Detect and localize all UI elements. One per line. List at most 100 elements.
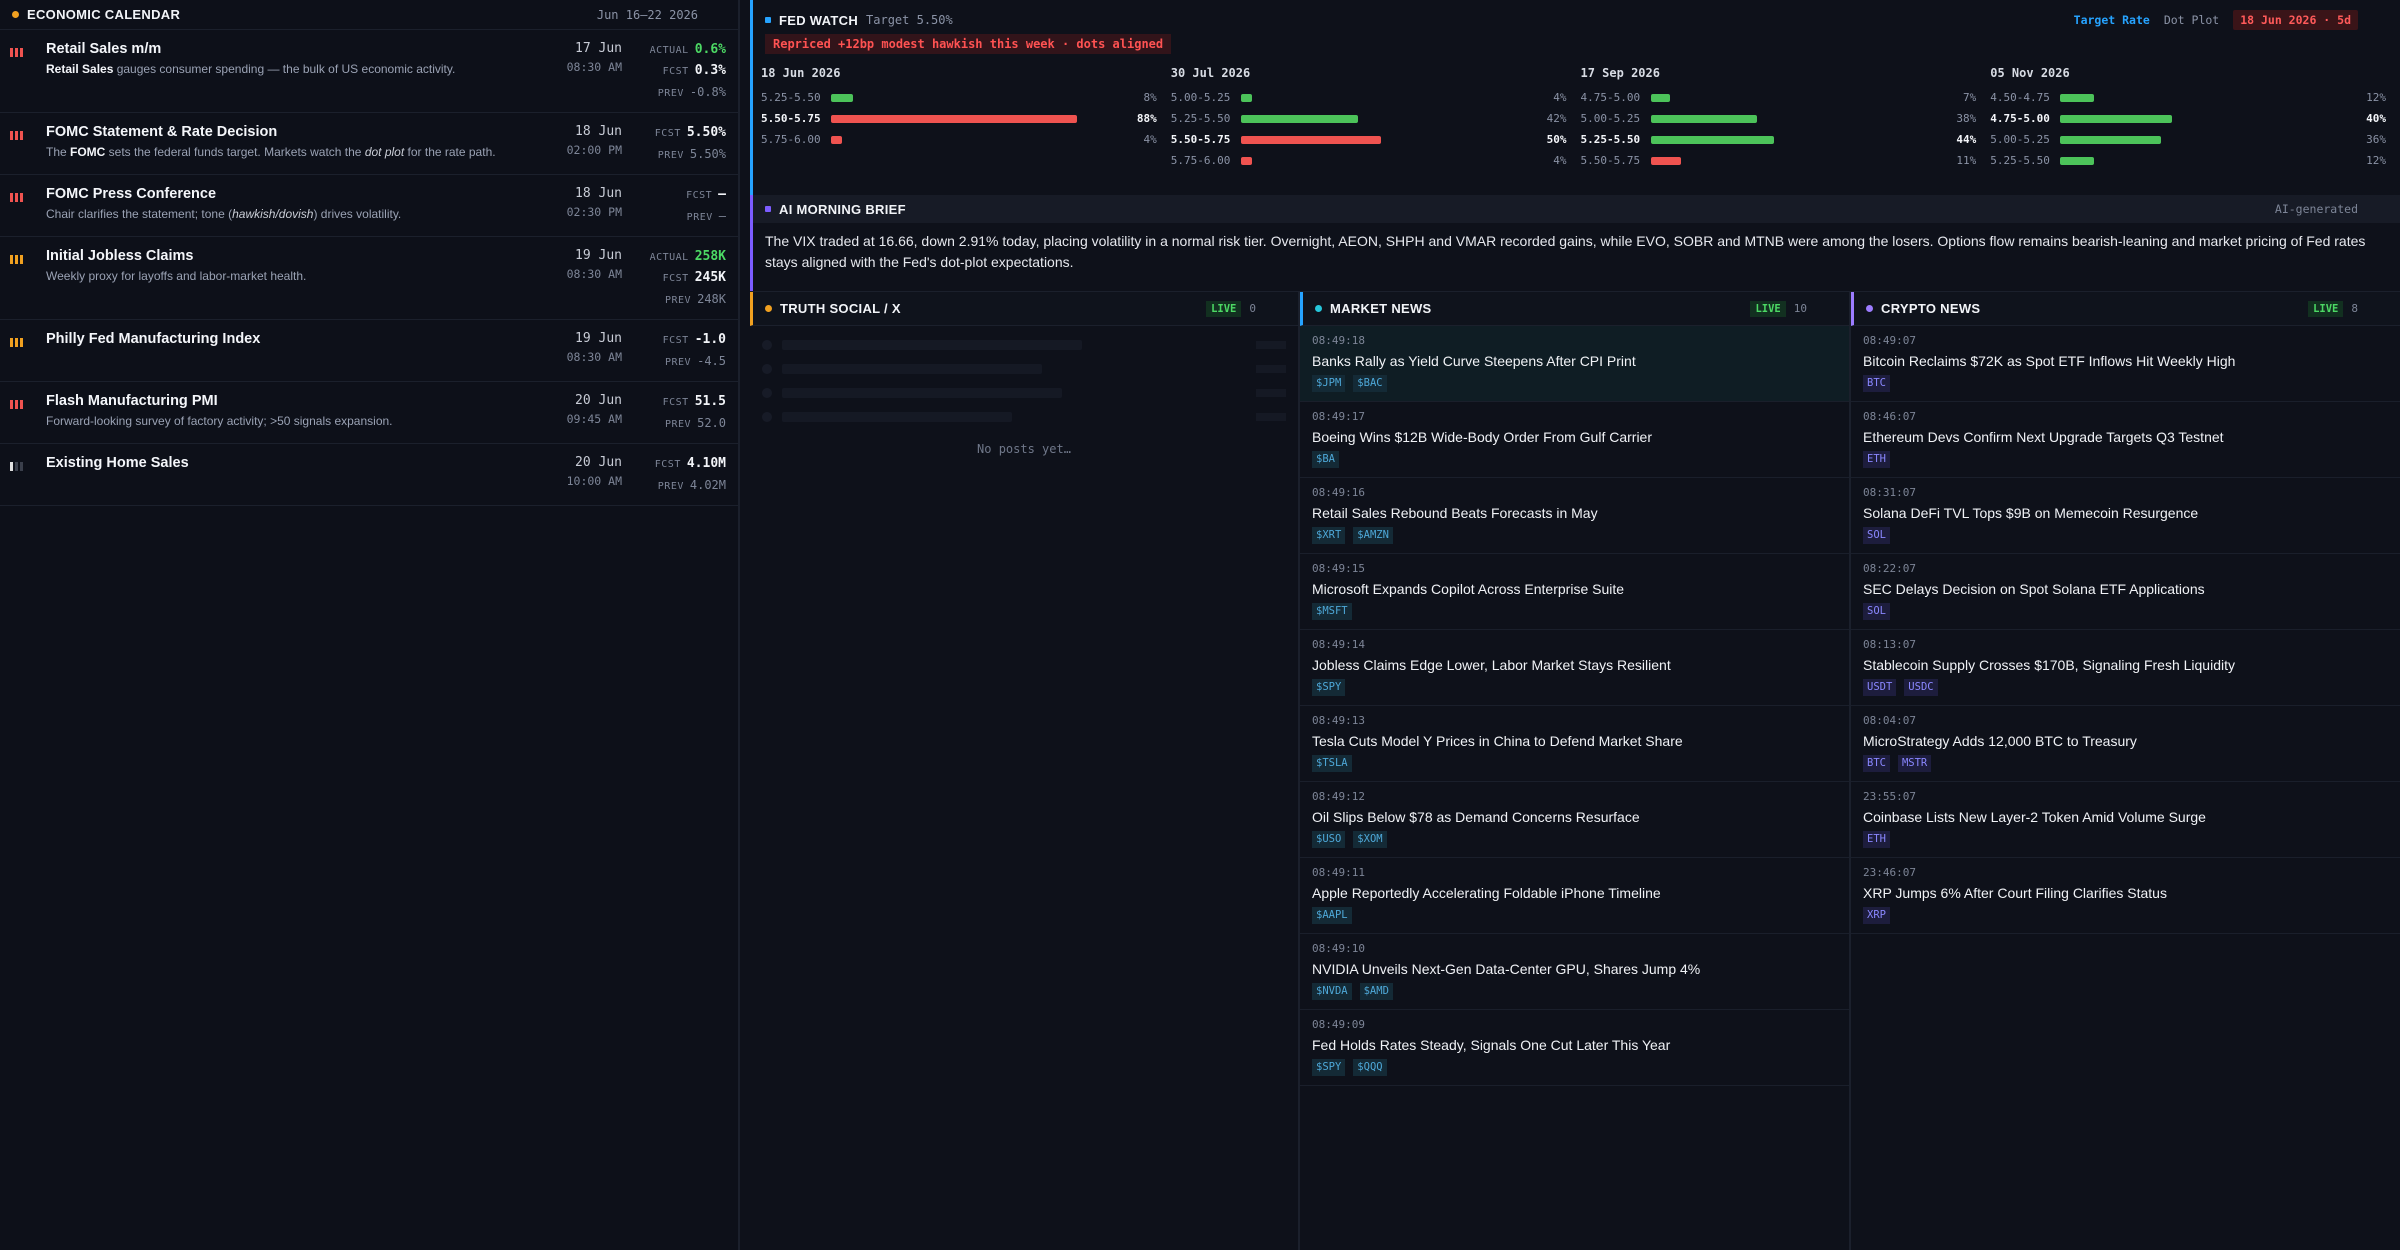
ticker-tag[interactable]: $NVDA (1312, 983, 1352, 1000)
ticker-tag[interactable]: $BAC (1353, 375, 1387, 392)
probability-percent: 4% (1553, 154, 1567, 167)
news-headline[interactable]: Stablecoin Supply Crosses $170B, Signali… (1863, 657, 2388, 673)
fed-dot-icon (765, 17, 771, 23)
news-headline[interactable]: Oil Slips Below $78 as Demand Concerns R… (1312, 809, 1837, 825)
news-headline[interactable]: MicroStrategy Adds 12,000 BTC to Treasur… (1863, 733, 2388, 749)
probability-row: 5.50-5.75 11% (1581, 150, 1977, 171)
news-item[interactable]: 08:49:11 Apple Reportedly Accelerating Fo… (1300, 858, 1849, 934)
post-count: 0 (1249, 302, 1256, 315)
ticker-tag[interactable]: SOL (1863, 527, 1890, 544)
news-item[interactable]: 08:49:17 Boeing Wins $12B Wide-Body Order… (1300, 402, 1849, 478)
news-item[interactable]: 08:04:07 MicroStrategy Adds 12,000 BTC to… (1851, 706, 2400, 782)
news-item[interactable]: 08:13:07 Stablecoin Supply Crosses $170B,… (1851, 630, 2400, 706)
news-headline[interactable]: Apple Reportedly Accelerating Foldable i… (1312, 885, 1837, 901)
news-headline[interactable]: Retail Sales Rebound Beats Forecasts in … (1312, 505, 1837, 521)
ticker-tag[interactable]: BTC (1863, 375, 1890, 392)
event-description-part: sets the federal funds target. Markets w… (105, 145, 365, 159)
market-news-list: 08:49:18 Banks Rally as Yield Curve Steep… (1300, 326, 1849, 1086)
rate-range: 5.50-5.75 (1170, 133, 1231, 146)
news-headline[interactable]: XRP Jumps 6% After Court Filing Clarifie… (1863, 885, 2388, 901)
event-date: 20 Jun (575, 393, 622, 408)
ticker-tag[interactable]: $JPM (1312, 375, 1346, 392)
ticker-tag[interactable]: $SPY (1312, 1059, 1346, 1076)
calendar-event[interactable]: Initial Jobless Claims Weekly proxy for l… (0, 237, 738, 320)
news-headline[interactable]: Solana DeFi TVL Tops $9B on Memecoin Res… (1863, 505, 2388, 521)
calendar-event[interactable]: Philly Fed Manufacturing Index 19 Jun 08:3… (0, 320, 738, 382)
ticker-tag[interactable]: $XOM (1353, 831, 1387, 848)
truth-social-title: TRUTH SOCIAL / X (780, 301, 901, 316)
ticker-tag[interactable]: USDT (1863, 679, 1897, 696)
calendar-event[interactable]: FOMC Press Conference Chair clarifies the… (0, 175, 738, 237)
probability-bar (1240, 135, 1527, 144)
ticker-tag[interactable]: $QQQ (1353, 1059, 1387, 1076)
news-headline[interactable]: Fed Holds Rates Steady, Signals One Cut … (1312, 1037, 1837, 1053)
value-label: FCST (662, 66, 689, 77)
news-headline[interactable]: Microsoft Expands Copilot Across Enterpr… (1312, 581, 1837, 597)
news-headline[interactable]: SEC Delays Decision on Spot Solana ETF A… (1863, 581, 2388, 597)
ticker-tag[interactable]: $SPY (1312, 679, 1346, 696)
tab-target-rate[interactable]: Target Rate (2074, 13, 2150, 27)
news-headline[interactable]: Bitcoin Reclaims $72K as Spot ETF Inflow… (1863, 353, 2388, 369)
news-headline[interactable]: NVIDIA Unveils Next-Gen Data-Center GPU,… (1312, 961, 1837, 977)
news-item[interactable]: 23:55:07 Coinbase Lists New Layer-2 Token… (1851, 782, 2400, 858)
news-headline[interactable]: Banks Rally as Yield Curve Steepens Afte… (1312, 353, 1837, 369)
rate-range: 4.50-4.75 (1990, 91, 2050, 104)
probability-percent: 11% (1956, 154, 1977, 167)
ticker-tag[interactable]: XRP (1863, 907, 1890, 924)
calendar-event[interactable]: Retail Sales m/m Retail Sales gauges cons… (0, 30, 738, 113)
probability-fill (1650, 114, 1757, 123)
news-headline[interactable]: Jobless Claims Edge Lower, Labor Market … (1312, 657, 1837, 673)
event-date: 20 Jun (575, 455, 622, 470)
news-headline[interactable]: Tesla Cuts Model Y Prices in China to De… (1312, 733, 1837, 749)
news-item[interactable]: 08:22:07 SEC Delays Decision on Spot Sola… (1851, 554, 2400, 630)
news-headline[interactable]: Boeing Wins $12B Wide-Body Order From Gu… (1312, 429, 1837, 445)
ticker-tag[interactable]: $MSFT (1312, 603, 1352, 620)
news-headline[interactable]: Coinbase Lists New Layer-2 Token Amid Vo… (1863, 809, 2388, 825)
news-item[interactable]: 08:49:13 Tesla Cuts Model Y Prices in Chi… (1300, 706, 1849, 782)
ticker-tags: $SPY (1312, 679, 1837, 696)
news-item[interactable]: 23:46:07 XRP Jumps 6% After Court Filing … (1851, 858, 2400, 934)
news-item[interactable]: 08:49:16 Retail Sales Rebound Beats Forec… (1300, 478, 1849, 554)
news-item[interactable]: 08:49:07 Bitcoin Reclaims $72K as Spot ET… (1851, 326, 2400, 402)
ticker-tag[interactable]: ETH (1863, 831, 1890, 848)
ticker-tag[interactable]: $AAPL (1312, 907, 1352, 924)
news-item[interactable]: 08:49:09 Fed Holds Rates Steady, Signals … (1300, 1010, 1849, 1086)
ticker-tag[interactable]: $USO (1312, 831, 1346, 848)
tab-dot-plot[interactable]: Dot Plot (2164, 13, 2219, 27)
rate-range: 5.00-5.25 (1170, 91, 1231, 104)
truth-social-header: TRUTH SOCIAL / X LIVE 0 (750, 292, 1298, 326)
ticker-tag[interactable]: $AMD (1359, 983, 1393, 1000)
meeting-date-badge[interactable]: 18 Jun 2026 · 5d (2233, 10, 2358, 30)
news-time: 08:49:09 (1312, 1018, 1365, 1031)
ticker-tag[interactable]: ETH (1863, 451, 1890, 468)
probability-fill (2060, 114, 2173, 123)
calendar-event[interactable]: FOMC Statement & Rate Decision The FOMC s… (0, 113, 738, 175)
news-headline[interactable]: Ethereum Devs Confirm Next Upgrade Targe… (1863, 429, 2388, 445)
news-item[interactable]: 08:49:10 NVIDIA Unveils Next-Gen Data-Cen… (1300, 934, 1849, 1010)
event-description-part: for the rate path. (404, 145, 496, 159)
ticker-tag[interactable]: USDC (1904, 679, 1938, 696)
news-item[interactable]: 08:49:18 Banks Rally as Yield Curve Steep… (1300, 326, 1849, 402)
news-time: 08:04:07 (1863, 714, 1916, 727)
news-item[interactable]: 08:31:07 Solana DeFi TVL Tops $9B on Meme… (1851, 478, 2400, 554)
ticker-tag[interactable]: $AMZN (1353, 527, 1393, 544)
ticker-tag[interactable]: $BA (1312, 451, 1339, 468)
news-item[interactable]: 08:49:12 Oil Slips Below $78 as Demand Co… (1300, 782, 1849, 858)
calendar-event[interactable]: Flash Manufacturing PMI Forward-looking s… (0, 382, 738, 444)
probability-fill (1650, 93, 1671, 102)
reprice-banner: Repriced +12bp modest hawkish this week … (765, 34, 1172, 54)
event-description-part: Weekly proxy for layoffs and labor-marke… (46, 269, 307, 283)
ticker-tag[interactable]: MSTR (1897, 755, 1932, 772)
ticker-tag[interactable]: $TSLA (1312, 755, 1352, 772)
news-item[interactable]: 08:49:15 Microsoft Expands Copilot Across… (1300, 554, 1849, 630)
news-time: 08:49:11 (1312, 866, 1365, 879)
ticker-tag[interactable]: SOL (1863, 603, 1890, 620)
news-item[interactable]: 08:46:07 Ethereum Devs Confirm Next Upgra… (1851, 402, 2400, 478)
calendar-event[interactable]: Existing Home Sales 20 Jun 10:00 AM FCST 4.1… (0, 444, 738, 506)
ticker-tag[interactable]: BTC (1863, 755, 1890, 772)
news-item[interactable]: 08:49:14 Jobless Claims Edge Lower, Labor… (1300, 630, 1849, 706)
event-description: The FOMC sets the federal funds target. … (46, 145, 552, 160)
ticker-tags: SOL (1863, 603, 2388, 620)
ticker-tags: $BA (1312, 451, 1837, 468)
ticker-tag[interactable]: $XRT (1312, 527, 1346, 544)
